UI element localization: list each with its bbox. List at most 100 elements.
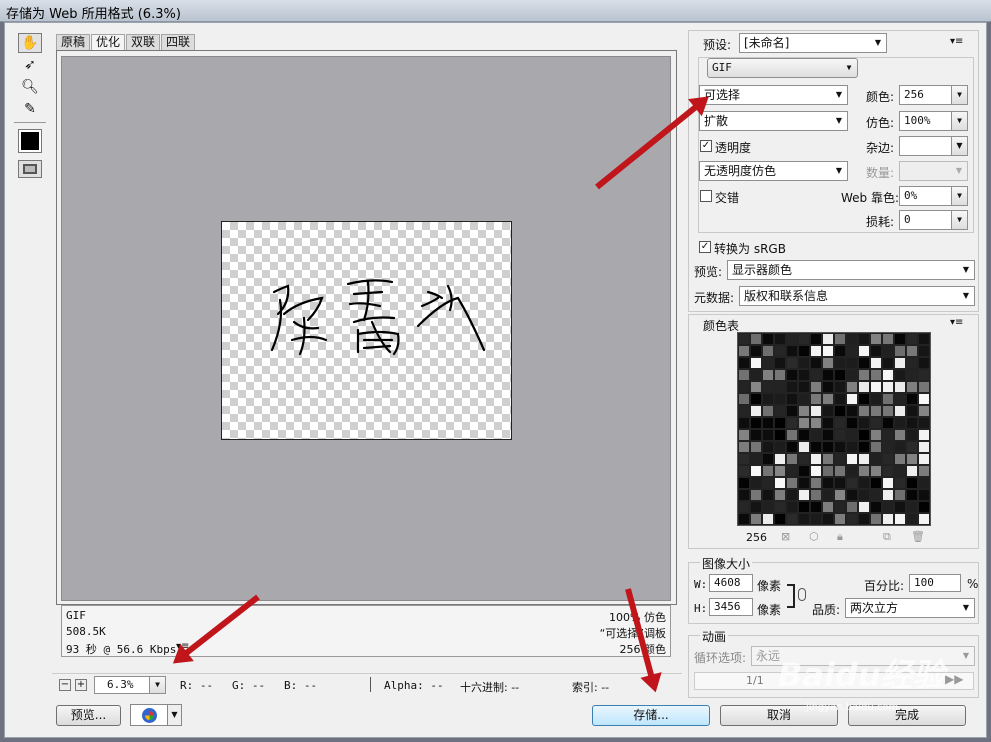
color-swatch[interactable] xyxy=(918,405,930,417)
color-swatch[interactable] xyxy=(762,465,774,477)
color-swatch[interactable] xyxy=(882,465,894,477)
color-swatch[interactable] xyxy=(846,465,858,477)
color-swatch[interactable] xyxy=(906,453,918,465)
color-swatch[interactable] xyxy=(894,405,906,417)
color-swatch[interactable] xyxy=(762,405,774,417)
color-swatch[interactable] xyxy=(738,465,750,477)
browser-menu-chevron-icon[interactable]: ▼ xyxy=(167,704,182,726)
color-swatch[interactable] xyxy=(810,453,822,465)
color-swatch[interactable] xyxy=(918,333,930,345)
color-swatch[interactable] xyxy=(822,381,834,393)
color-swatch[interactable] xyxy=(858,333,870,345)
color-swatch[interactable] xyxy=(894,441,906,453)
color-swatch[interactable] xyxy=(798,489,810,501)
color-swatch[interactable] xyxy=(798,441,810,453)
color-swatch[interactable] xyxy=(786,357,798,369)
color-swatch[interactable] xyxy=(834,501,846,513)
color-swatch[interactable] xyxy=(810,501,822,513)
color-swatch[interactable] xyxy=(774,417,786,429)
color-swatch[interactable] xyxy=(882,453,894,465)
color-swatch[interactable] xyxy=(858,513,870,525)
color-swatch[interactable] xyxy=(774,501,786,513)
color-swatch[interactable] xyxy=(822,489,834,501)
color-swatch[interactable] xyxy=(882,477,894,489)
color-swatch[interactable] xyxy=(858,465,870,477)
color-swatch[interactable] xyxy=(762,417,774,429)
color-swatch[interactable] xyxy=(906,417,918,429)
color-swatch[interactable] xyxy=(798,369,810,381)
color-swatch[interactable] xyxy=(762,453,774,465)
color-swatch[interactable] xyxy=(846,369,858,381)
color-swatch[interactable] xyxy=(774,453,786,465)
new-color-icon[interactable]: ⧉ xyxy=(883,530,891,544)
color-swatch[interactable] xyxy=(858,501,870,513)
color-swatch[interactable] xyxy=(822,465,834,477)
zoom-select[interactable]: 6.3% ▼ xyxy=(94,676,166,694)
color-swatch[interactable] xyxy=(918,429,930,441)
color-swatch[interactable] xyxy=(846,453,858,465)
color-swatch[interactable] xyxy=(906,345,918,357)
matte-select[interactable]: ▼ xyxy=(899,136,968,156)
color-swatch[interactable] xyxy=(894,489,906,501)
color-swatch[interactable] xyxy=(858,441,870,453)
color-swatch[interactable] xyxy=(870,453,882,465)
color-swatch[interactable] xyxy=(774,429,786,441)
tab-2up[interactable]: 双联 xyxy=(126,34,161,50)
color-swatch[interactable] xyxy=(762,333,774,345)
color-swatch[interactable] xyxy=(870,513,882,525)
color-swatch[interactable] xyxy=(882,501,894,513)
color-table-menu-icon[interactable]: ▾≡ xyxy=(950,317,963,328)
color-swatch[interactable] xyxy=(750,417,762,429)
color-swatch[interactable] xyxy=(846,393,858,405)
color-swatch[interactable] xyxy=(846,333,858,345)
color-swatch[interactable] xyxy=(774,465,786,477)
chain-link-icon[interactable] xyxy=(798,588,806,601)
color-swatch[interactable] xyxy=(894,357,906,369)
color-swatch[interactable] xyxy=(750,429,762,441)
panel-menu-icon[interactable]: ▾≡ xyxy=(950,36,963,47)
color-swatch[interactable] xyxy=(810,489,822,501)
color-swatch[interactable] xyxy=(894,417,906,429)
color-swatch[interactable] xyxy=(822,441,834,453)
zoom-in-button[interactable]: + xyxy=(75,679,87,691)
color-swatch[interactable] xyxy=(786,369,798,381)
quality-select[interactable]: 两次立方 ▼ xyxy=(845,598,975,618)
color-swatch[interactable] xyxy=(738,381,750,393)
color-swatch[interactable] xyxy=(810,393,822,405)
color-swatch[interactable] xyxy=(906,465,918,477)
color-swatch[interactable] xyxy=(906,477,918,489)
color-swatch[interactable] xyxy=(858,429,870,441)
lock-color-icon[interactable]: 🔒︎ xyxy=(837,530,843,544)
color-swatch[interactable] xyxy=(858,393,870,405)
color-swatch[interactable] xyxy=(810,441,822,453)
color-swatch[interactable] xyxy=(762,501,774,513)
color-swatch[interactable] xyxy=(798,429,810,441)
color-swatch[interactable] xyxy=(786,453,798,465)
color-swatch[interactable] xyxy=(738,453,750,465)
color-swatch[interactable] xyxy=(750,489,762,501)
color-swatch[interactable] xyxy=(834,477,846,489)
color-swatch[interactable] xyxy=(786,405,798,417)
color-reduction-select[interactable]: 可选择 ▼ xyxy=(699,85,848,105)
color-swatch[interactable] xyxy=(870,345,882,357)
color-swatch[interactable] xyxy=(774,513,786,525)
tab-4up[interactable]: 四联 xyxy=(161,34,196,50)
color-swatch[interactable] xyxy=(786,465,798,477)
color-swatch[interactable] xyxy=(858,453,870,465)
color-swatch[interactable] xyxy=(762,381,774,393)
color-swatch[interactable] xyxy=(858,357,870,369)
color-swatch[interactable] xyxy=(810,345,822,357)
color-swatch[interactable] xyxy=(750,513,762,525)
color-swatch[interactable] xyxy=(870,405,882,417)
web-shift-icon[interactable]: ⬡ xyxy=(809,530,819,543)
color-swatch[interactable] xyxy=(822,513,834,525)
color-swatch[interactable] xyxy=(834,441,846,453)
color-swatch[interactable] xyxy=(894,453,906,465)
color-swatch[interactable] xyxy=(870,381,882,393)
color-swatch[interactable] xyxy=(738,441,750,453)
color-swatch[interactable] xyxy=(918,489,930,501)
color-swatch[interactable] xyxy=(822,333,834,345)
color-swatch[interactable] xyxy=(918,417,930,429)
color-swatch[interactable] xyxy=(846,513,858,525)
color-swatch[interactable] xyxy=(774,345,786,357)
